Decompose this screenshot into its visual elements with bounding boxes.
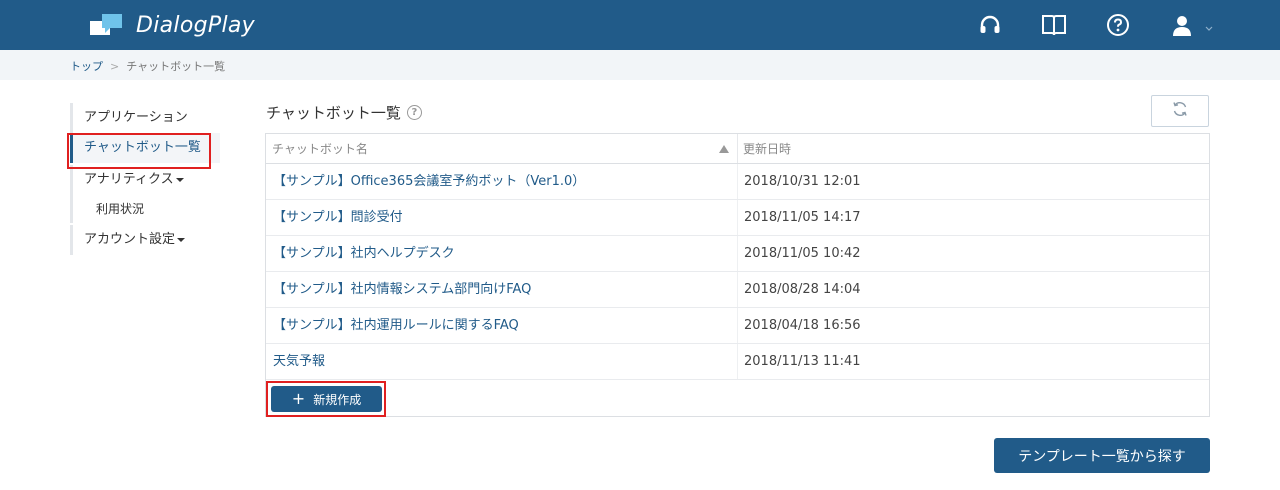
sidebar-item-applications[interactable]: アプリケーション xyxy=(73,103,220,133)
updated-datetime: 2018/04/18 16:56 xyxy=(744,318,861,333)
table-row: 【サンプル】Office365会議室予約ボット（Ver1.0） 2018/10/… xyxy=(266,164,1209,200)
chatbot-name-link[interactable]: 【サンプル】Office365会議室予約ボット（Ver1.0） xyxy=(266,164,738,199)
sidebar-item-analytics[interactable]: アナリティクス xyxy=(73,165,220,195)
help-icon[interactable] xyxy=(1104,11,1132,39)
question-icon[interactable]: ? xyxy=(406,105,422,120)
chevron-down-icon[interactable] xyxy=(1204,18,1214,31)
breadcrumb-bar: トップ > チャットボット一覧 xyxy=(0,50,1280,80)
user-icon[interactable] xyxy=(1168,11,1196,39)
sidebar-item-analytics-label: アナリティクス xyxy=(84,172,174,187)
chatbot-name-link[interactable]: 【サンプル】社内ヘルプデスク xyxy=(266,236,738,271)
column-header-name-label: チャットボット名 xyxy=(272,142,368,156)
updated-datetime: 2018/11/05 14:17 xyxy=(744,210,861,225)
book-icon[interactable] xyxy=(1040,11,1068,39)
table-row: 天気予報 2018/11/13 11:41 xyxy=(266,344,1209,380)
sidebar-group-app: アプリケーション チャットボット一覧 xyxy=(70,103,220,163)
updated-datetime: 2018/08/28 14:04 xyxy=(744,282,861,297)
refresh-button[interactable] xyxy=(1151,95,1209,127)
sidebar-item-usage[interactable]: 利用状況 xyxy=(73,195,220,223)
chat-bubbles-icon xyxy=(88,11,124,39)
page-title-wrap: チャットボット一覧 ? xyxy=(266,102,422,123)
table-row: 【サンプル】社内ヘルプデスク 2018/11/05 10:42 xyxy=(266,236,1209,272)
sidebar-group-analytics: アナリティクス 利用状況 xyxy=(70,165,220,223)
updated-datetime: 2018/11/13 11:41 xyxy=(744,354,861,369)
breadcrumb-separator: > xyxy=(110,59,120,73)
breadcrumb-current: チャットボット一覧 xyxy=(126,60,226,73)
table-row: 【サンプル】社内情報システム部門向けFAQ 2018/08/28 14:04 xyxy=(266,272,1209,308)
chatbot-table: チャットボット名 更新日時 【サンプル】Office365会議室予約ボット（Ve… xyxy=(265,133,1210,417)
plus-icon: + xyxy=(291,389,306,408)
new-chatbot-label: 新規作成 xyxy=(313,392,362,407)
column-header-updated[interactable]: 更新日時 xyxy=(738,134,1209,163)
updated-datetime: 2018/11/05 10:42 xyxy=(744,246,861,261)
logo[interactable]: DialogPlay xyxy=(88,10,255,40)
caret-down-icon xyxy=(175,177,184,182)
top-navbar: DialogPlay xyxy=(0,0,1280,50)
table-header: チャットボット名 更新日時 xyxy=(266,134,1209,164)
sidebar-item-account-settings[interactable]: アカウント設定 xyxy=(73,225,220,255)
new-chatbot-button[interactable]: + 新規作成 xyxy=(271,386,382,412)
chatbot-name-link[interactable]: 【サンプル】問診受付 xyxy=(266,200,738,235)
sidebar-group-account: アカウント設定 xyxy=(70,225,220,255)
page-title: チャットボット一覧 xyxy=(266,104,401,122)
sidebar: アプリケーション チャットボット一覧 アナリティクス 利用状況 アカウント設定 xyxy=(70,100,220,255)
column-header-name[interactable]: チャットボット名 xyxy=(266,134,738,163)
table-row: 【サンプル】社内運用ルールに関するFAQ 2018/04/18 16:56 xyxy=(266,308,1209,344)
refresh-icon xyxy=(1171,100,1189,122)
headset-icon[interactable] xyxy=(976,11,1004,39)
chatbot-name-link[interactable]: 天気予報 xyxy=(266,344,738,379)
table-row: 【サンプル】問診受付 2018/11/05 14:17 xyxy=(266,200,1209,236)
sort-ascending-icon xyxy=(719,145,729,153)
breadcrumb: トップ > チャットボット一覧 xyxy=(70,58,225,74)
browse-templates-button[interactable]: テンプレート一覧から探す xyxy=(994,438,1210,473)
caret-down-icon xyxy=(177,237,186,242)
sidebar-item-account-label: アカウント設定 xyxy=(84,232,176,247)
updated-datetime: 2018/10/31 12:01 xyxy=(744,174,861,189)
sidebar-item-chatbot-list[interactable]: チャットボット一覧 xyxy=(70,133,220,163)
breadcrumb-top-link[interactable]: トップ xyxy=(70,58,103,74)
chatbot-name-link[interactable]: 【サンプル】社内運用ルールに関するFAQ xyxy=(266,308,738,343)
app-name: DialogPlay xyxy=(136,12,255,38)
chatbot-name-link[interactable]: 【サンプル】社内情報システム部門向けFAQ xyxy=(266,272,738,307)
